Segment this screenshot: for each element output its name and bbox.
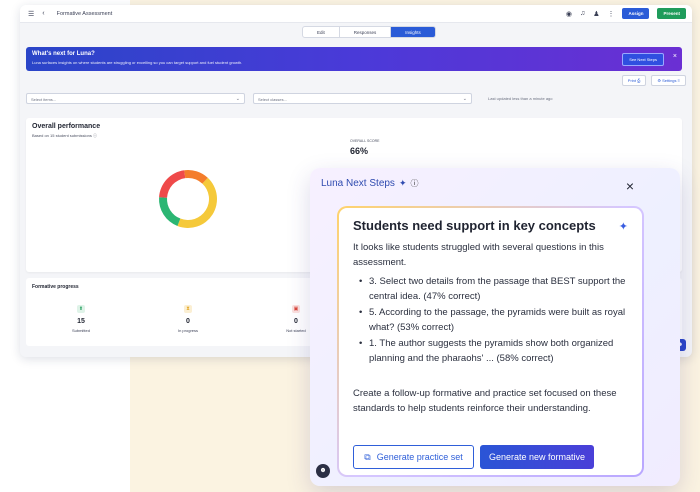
topbar-actions: ◉ ♫ ♟ ⋮ Assign Present [566, 8, 686, 19]
back-icon[interactable]: ‹ [42, 10, 44, 17]
performance-subtitle-text: Based on 15 student submissions [32, 133, 92, 138]
overall-score-value: 66% [350, 146, 369, 156]
donut-segment-green [159, 197, 181, 227]
users-icon[interactable]: ♟ [593, 10, 599, 18]
generate-practice-set-button[interactable]: ⧉ Generate practice set [353, 445, 474, 469]
present-button[interactable]: Present [657, 8, 686, 19]
tab-edit[interactable]: Edit [303, 27, 340, 37]
info-icon[interactable]: ⓘ [93, 133, 97, 138]
settings-button[interactable]: ⚙ Settings ≡ [651, 75, 686, 86]
gear-icon: ⚙ [657, 78, 661, 83]
in-progress-label: In progress [177, 328, 198, 333]
assign-button[interactable]: Assign [622, 8, 650, 19]
luna-avatar-icon[interactable]: ☻ [316, 464, 330, 478]
in-progress-count: 0 [186, 318, 190, 325]
external-link-icon: ⧉ [364, 451, 371, 462]
page-title: Formative Assessment [56, 10, 113, 17]
submitted-label: Submitted [71, 328, 90, 333]
top-bar: ☰ ‹ Formative Assessment ◉ ♫ ♟ ⋮ Assign … [20, 5, 692, 23]
luna-banner: What's next for Luna? Luna surfaces insi… [26, 47, 682, 71]
list-item: 3. Select two details from the passage t… [359, 274, 629, 304]
sparkle-icon: ✦ [398, 178, 407, 188]
see-next-steps-button[interactable]: See Next Steps [622, 53, 664, 66]
progress-in-progress: ⧗ 0 In progress [138, 305, 238, 333]
progress-submitted: ⬆ 15 Submitted [31, 305, 131, 333]
insight-title: Students need support in key concepts [353, 218, 596, 233]
progress-title: Formative progress [32, 284, 79, 290]
donut-segment-yellow [177, 177, 217, 228]
items-select-placeholder: Select items... [31, 97, 57, 102]
submitted-count: 15 [77, 318, 85, 325]
eye-icon[interactable]: ◉ [566, 10, 572, 18]
list-item: 5. According to the passage, the pyramid… [359, 305, 629, 335]
performance-title: Overall performance [32, 123, 101, 130]
struggle-list: 3. Select two details from the passage t… [359, 274, 629, 367]
list-item: 1. The author suggests the pyramids show… [359, 336, 629, 366]
insight-cta: Create a follow-up formative and practic… [353, 388, 617, 414]
tabs: Edit Responses Insights [302, 26, 436, 38]
print-label: Print [627, 78, 637, 83]
stage: ☰ ‹ Formative Assessment ◉ ♫ ♟ ⋮ Assign … [0, 0, 700, 492]
score-donut [159, 170, 217, 228]
last-updated: Last updated less than a minute ago [488, 96, 553, 101]
info-icon[interactable]: ⓘ [410, 178, 418, 189]
menu-icon[interactable]: ☰ [28, 10, 34, 18]
banner-title: What's next for Luna? [32, 51, 95, 57]
upload-icon: ⬆ [77, 305, 85, 313]
filters: Select items... ⌄ Select classes... ⌄ La… [26, 93, 553, 104]
bell-icon[interactable]: ♫ [580, 10, 585, 17]
insight-intro: It looks like students struggled with se… [353, 242, 604, 268]
print-button[interactable]: Print ⎙ [621, 75, 647, 86]
insights-toolbar: Print ⎙ ⚙ Settings ≡ [621, 75, 686, 86]
donut-segment-red [159, 170, 186, 198]
chevron-down-icon: ⌄ [462, 96, 467, 102]
classes-select-placeholder: Select classes... [258, 97, 287, 102]
chevron-down-icon: ⌄ [235, 96, 240, 102]
luna-header: Luna Next Steps ✦ ⓘ [321, 178, 418, 189]
generate-new-formative-button[interactable]: Generate new formative [480, 445, 594, 469]
tab-responses[interactable]: Responses [340, 27, 392, 37]
close-icon[interactable]: × [626, 178, 634, 194]
performance-subtitle: Based on 15 student submissions ⓘ [32, 133, 97, 139]
calendar-icon: ▣ [292, 305, 300, 313]
luna-next-steps-panel: Luna Next Steps ✦ ⓘ × Students need supp… [310, 168, 680, 486]
sparkle-icon: ✦ [618, 221, 628, 233]
banner-subtitle: Luna surfaces insights on where students… [32, 60, 243, 65]
classes-select[interactable]: Select classes... ⌄ [253, 93, 472, 104]
settings-label: Settings [662, 78, 677, 83]
sliders-icon: ≡ [677, 78, 680, 83]
more-icon[interactable]: ⋮ [607, 10, 614, 18]
luna-header-title: Luna Next Steps [321, 178, 395, 189]
hourglass-icon: ⧗ [184, 305, 192, 313]
items-select[interactable]: Select items... ⌄ [26, 93, 245, 104]
overall-score-label: OVERALL SCORE [350, 139, 380, 143]
generate-practice-set-label: Generate practice set [376, 452, 463, 462]
insight-card: Students need support in key concepts ✦ … [337, 206, 644, 477]
close-icon[interactable]: × [673, 53, 677, 60]
tab-insights[interactable]: Insights [391, 27, 435, 37]
printer-icon: ⎙ [637, 78, 641, 83]
